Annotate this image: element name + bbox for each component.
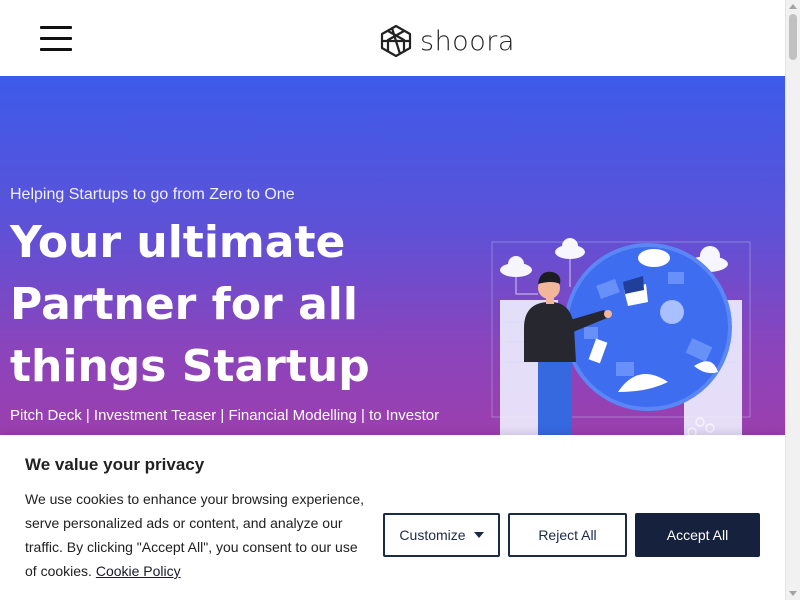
hamburger-menu-icon[interactable] [40, 26, 72, 52]
cookie-consent-banner: We value your privacy We use cookies to … [0, 435, 785, 600]
consent-title: We value your privacy [25, 455, 205, 474]
shoora-logo-mark-icon [380, 24, 412, 58]
accept-all-button[interactable]: Accept All [635, 513, 760, 557]
site-header: shoora [0, 0, 785, 76]
customize-label: Customize [399, 527, 466, 543]
hero-title-line: Your ultimate [10, 217, 346, 268]
hero-title-line: Partner for all [10, 279, 358, 330]
scroll-down-arrow-icon[interactable] [789, 591, 797, 596]
hero-section: Helping Startups to go from Zero to One … [0, 76, 785, 436]
hero-services: Pitch Deck | Investment Teaser | Financi… [10, 407, 440, 424]
scroll-up-arrow-icon[interactable] [789, 4, 797, 9]
cookie-policy-link[interactable]: Cookie Policy [96, 563, 181, 579]
brand-logo[interactable]: shoora [378, 24, 515, 58]
reject-all-button[interactable]: Reject All [508, 513, 627, 557]
hero-title-line: things Startup [10, 341, 370, 392]
page-scrollbar[interactable] [785, 0, 800, 600]
hero-title: Your ultimate Partner for all things Sta… [10, 212, 430, 398]
customize-button[interactable]: Customize [383, 513, 500, 557]
man-with-globe-illustration [491, 238, 751, 436]
consent-body-text: We use cookies to enhance your browsing … [25, 491, 365, 579]
consent-body: We use cookies to enhance your browsing … [25, 487, 370, 583]
brand-name: shoora [420, 25, 515, 57]
hero-eyebrow: Helping Startups to go from Zero to One [10, 186, 295, 203]
caret-down-icon [473, 532, 484, 538]
scroll-thumb[interactable] [789, 14, 797, 60]
